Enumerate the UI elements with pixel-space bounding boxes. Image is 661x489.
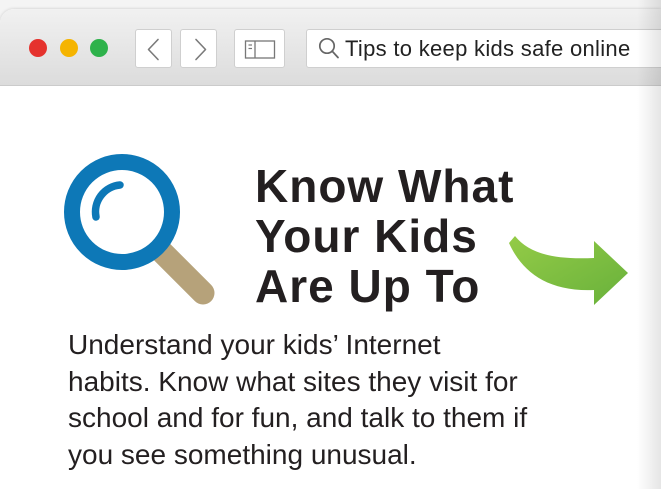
arrow-shape xyxy=(509,236,628,305)
page-content: Know What Your Kids Are Up To Understand… xyxy=(0,86,661,489)
search-input[interactable] xyxy=(345,30,655,67)
search-bar[interactable] xyxy=(306,29,661,68)
close-window-button[interactable] xyxy=(29,39,47,57)
body-line: Understand your kids’ Internet xyxy=(68,329,441,360)
search-icon xyxy=(318,37,339,59)
heading-line: Your Kids xyxy=(255,210,478,262)
chevron-left-icon xyxy=(147,38,159,61)
magnifier-lens xyxy=(64,154,180,270)
magnifier-handle xyxy=(148,238,215,305)
magnifying-glass-icon xyxy=(64,154,215,305)
body-line: you see something unusual. xyxy=(68,438,417,470)
browser-window: Know What Your Kids Are Up To Understand… xyxy=(0,0,661,489)
browser-toolbar xyxy=(0,9,661,86)
body-paragraph: Understand your kids’ Internet habits. K… xyxy=(68,327,527,473)
body-line: habits. Know what sites they visit for xyxy=(68,365,518,397)
back-button[interactable] xyxy=(135,29,172,68)
minimize-window-button[interactable] xyxy=(60,39,78,57)
body-line: school and for fun, and talk to them if xyxy=(68,402,528,433)
sidebar-icon xyxy=(244,40,276,59)
sidebar-toggle-button[interactable] xyxy=(234,29,285,68)
heading-line: Are Up To xyxy=(255,260,481,312)
heading-line: Know What xyxy=(255,160,515,212)
chevron-right-icon xyxy=(195,38,207,61)
zoom-window-button[interactable] xyxy=(90,39,108,57)
forward-button[interactable] xyxy=(180,29,217,68)
arrow-right-icon xyxy=(509,236,628,305)
section-heading: Know What Your Kids Are Up To xyxy=(255,161,514,311)
